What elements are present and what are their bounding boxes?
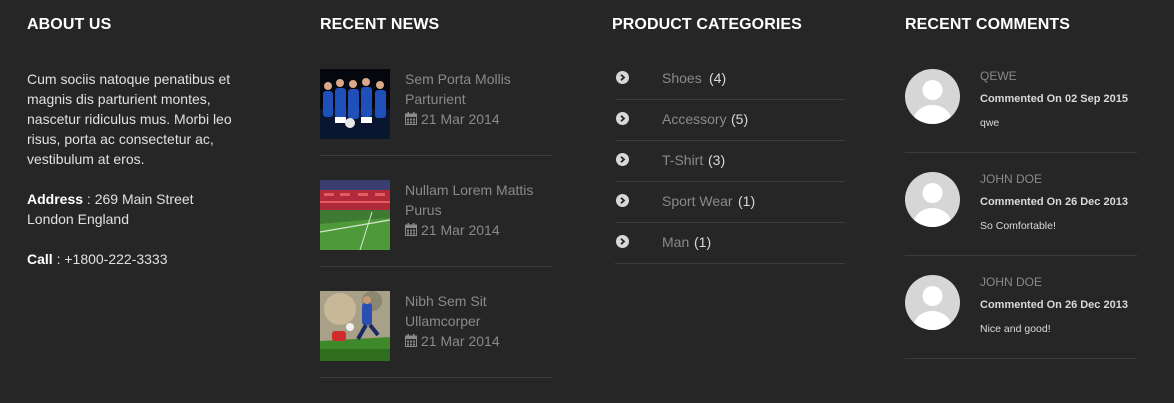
category-label[interactable]: Shoes <box>662 68 702 88</box>
category-count: (1) <box>738 193 756 209</box>
call-line: Call : +1800-222-3333 <box>27 251 168 267</box>
news-date-text: 21 Mar 2014 <box>421 111 500 127</box>
comment-author[interactable]: JOHN DOE <box>980 275 1042 289</box>
about-us-heading: ABOUT US <box>27 16 112 33</box>
category-item-sport-wear[interactable]: Sport Wear (1) <box>615 182 845 223</box>
category-label[interactable]: Sport Wear <box>662 191 733 211</box>
address-line: Address : 269 Main Street <box>27 191 194 207</box>
news-date-text: 21 Mar 2014 <box>421 333 500 349</box>
news-thumbnail[interactable] <box>320 180 390 250</box>
news-thumbnail[interactable] <box>320 69 390 139</box>
comment-text[interactable]: So Comfortable! <box>980 220 1056 233</box>
chevron-right-icon <box>616 71 629 84</box>
chevron-right-icon <box>616 194 629 207</box>
avatar <box>905 69 960 124</box>
chevron-right-icon <box>616 153 629 166</box>
news-item[interactable]: Nibh Sem Sit Ullamcorper 21 Mar 2014 <box>320 291 552 378</box>
category-count: (1) <box>694 234 712 250</box>
recent-comments-heading: RECENT COMMENTS <box>905 16 1071 33</box>
category-count: (5) <box>731 111 749 127</box>
news-item[interactable]: Nullam Lorem Mattis Purus 21 Mar 2014 <box>320 180 552 267</box>
news-item[interactable]: Sem Porta Mollis Parturient 21 Mar 2014 <box>320 69 552 156</box>
call-label: Call <box>27 251 53 267</box>
comment-author[interactable]: JOHN DOE <box>980 172 1042 186</box>
calendar-icon <box>405 332 417 352</box>
avatar <box>905 275 960 330</box>
category-item-t-shirt[interactable]: T-Shirt (3) <box>615 141 845 182</box>
news-date: 21 Mar 2014 <box>405 331 500 352</box>
news-title[interactable]: Nibh Sem Sit Ullamcorper <box>405 291 550 331</box>
news-date: 21 Mar 2014 <box>405 220 500 241</box>
comment-meta: Commented On 26 Dec 2013 <box>980 196 1128 208</box>
product-categories-heading: PRODUCT CATEGORIES <box>612 16 802 33</box>
calendar-icon <box>405 110 417 130</box>
chevron-right-icon <box>616 112 629 125</box>
news-thumbnail[interactable] <box>320 291 390 361</box>
comment-text[interactable]: qwe <box>980 117 999 130</box>
comment-item[interactable]: QEWE Commented On 02 Sep 2015 qwe <box>905 69 1137 153</box>
category-label[interactable]: Man <box>662 232 689 252</box>
comment-item[interactable]: JOHN DOE Commented On 26 Dec 2013 Nice a… <box>905 275 1137 359</box>
comment-meta: Commented On 26 Dec 2013 <box>980 299 1128 311</box>
category-item-accessory[interactable]: Accessory (5) <box>615 100 845 141</box>
news-title[interactable]: Sem Porta Mollis Parturient <box>405 69 550 109</box>
avatar <box>905 172 960 227</box>
address-label: Address <box>27 191 84 207</box>
recent-news-heading: RECENT NEWS <box>320 16 440 33</box>
news-date-text: 21 Mar 2014 <box>421 222 500 238</box>
category-label[interactable]: Accessory <box>662 109 727 129</box>
chevron-right-icon <box>616 235 629 248</box>
category-item-man[interactable]: Man (1) <box>615 223 845 264</box>
comment-item[interactable]: JOHN DOE Commented On 26 Dec 2013 So Com… <box>905 172 1137 256</box>
category-count: (3) <box>708 152 726 168</box>
calendar-icon <box>405 221 417 241</box>
category-count: (4) <box>709 70 727 86</box>
news-date: 21 Mar 2014 <box>405 109 500 130</box>
address-street: 269 Main Street <box>94 191 194 207</box>
comment-meta: Commented On 02 Sep 2015 <box>980 93 1128 105</box>
address-city: London England <box>27 211 129 227</box>
comment-author[interactable]: QEWE <box>980 69 1017 83</box>
comment-text[interactable]: Nice and good! <box>980 323 1051 336</box>
call-number[interactable]: +1800-222-3333 <box>64 251 167 267</box>
category-item-shoes[interactable]: Shoes (4) <box>615 59 845 100</box>
category-label[interactable]: T-Shirt <box>662 150 703 170</box>
news-title[interactable]: Nullam Lorem Mattis Purus <box>405 180 550 220</box>
about-us-text: Cum sociis natoque penatibus et magnis d… <box>27 71 232 167</box>
